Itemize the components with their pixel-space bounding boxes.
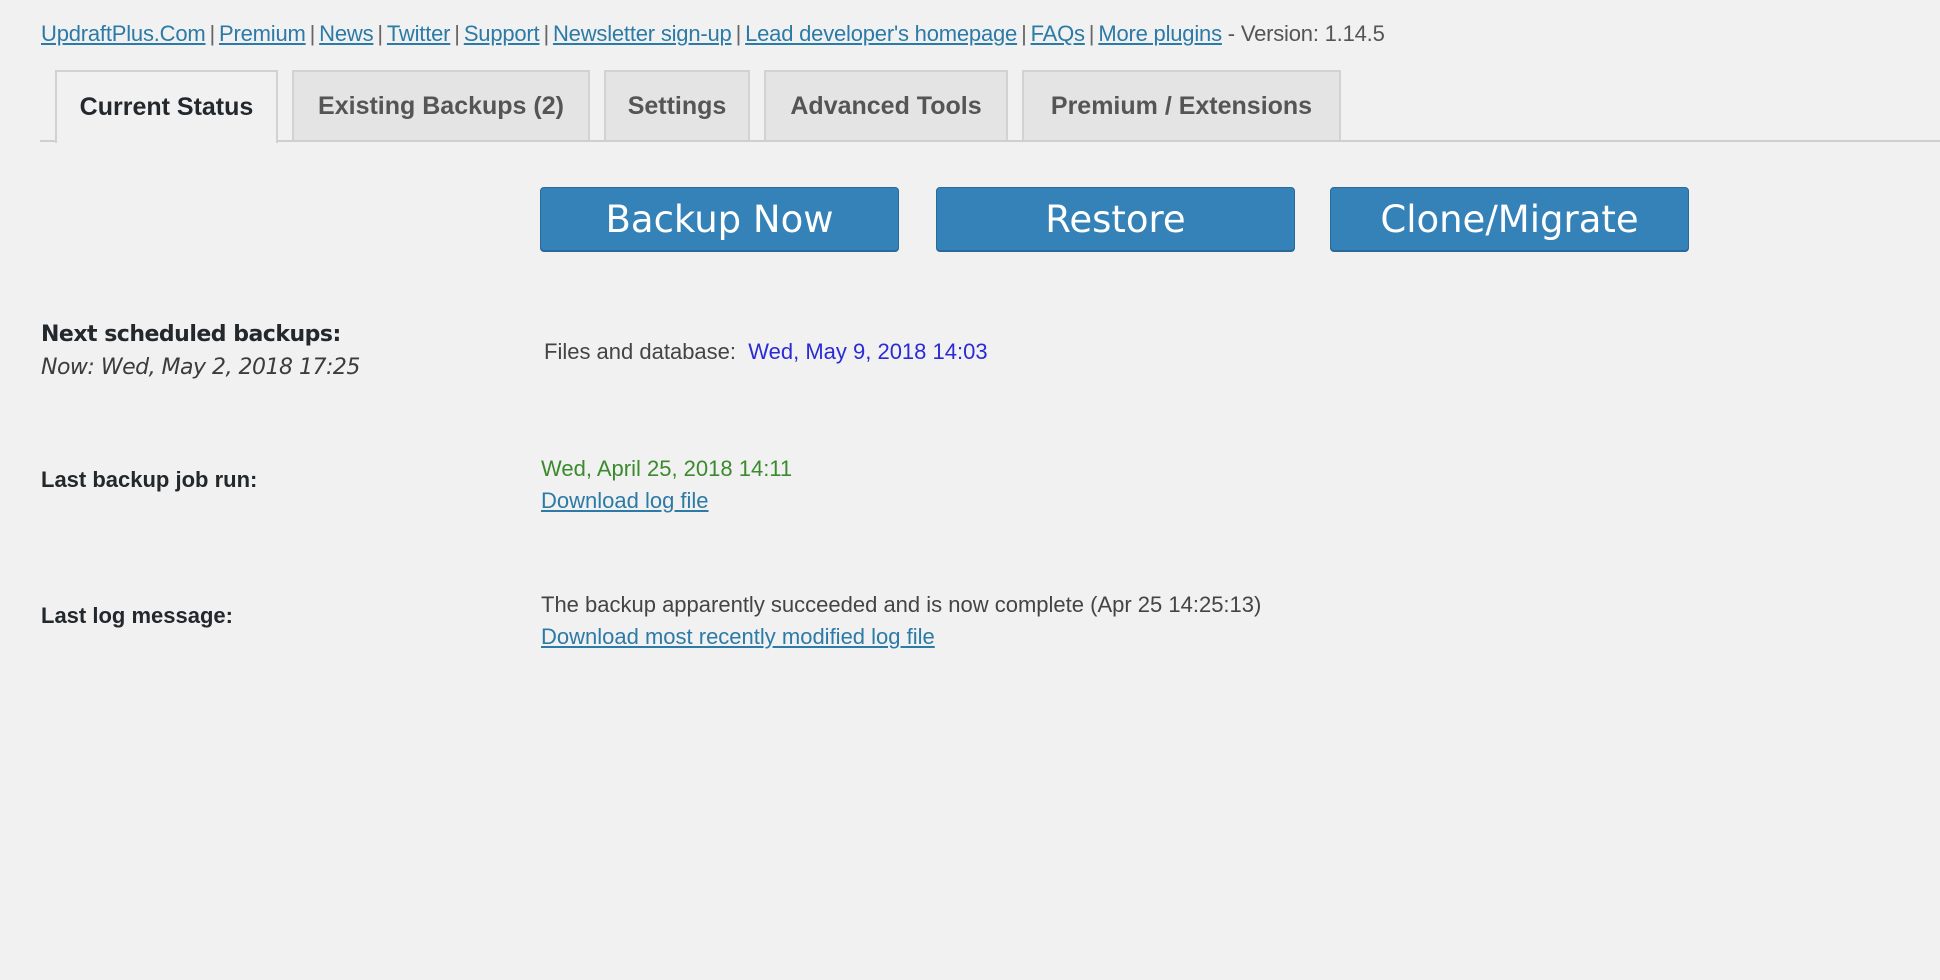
last-log-message: The backup apparently succeeded and is n… (541, 592, 1262, 617)
download-recent-log-link-wrap: Download most recently modified log file (541, 624, 935, 650)
separator: | (543, 21, 549, 46)
separator: | (1088, 21, 1095, 46)
separator: | (309, 21, 316, 46)
restore-button[interactable]: Restore (936, 187, 1295, 251)
link-updraftplus-com[interactable]: UpdraftPlus.Com (41, 21, 206, 46)
tab-settings[interactable]: Settings (604, 70, 750, 140)
last-log-label: Last log message: (41, 603, 233, 628)
link-lead-developer-homepage[interactable]: Lead developer's homepage (745, 21, 1017, 46)
separator: | (377, 21, 383, 46)
last-backup-time: Wed, April 25, 2018 14:11 (541, 456, 793, 481)
last-backup-label: Last backup job run: (41, 467, 258, 492)
files-database-label: Files and database: (544, 339, 737, 364)
download-recent-log-link[interactable]: Download most recently modified log file (541, 624, 935, 649)
link-newsletter-signup[interactable]: Newsletter sign-up (553, 21, 732, 46)
separator: | (735, 21, 742, 46)
link-news[interactable]: News (319, 21, 373, 46)
link-more-plugins[interactable]: More plugins (1098, 21, 1222, 46)
link-twitter[interactable]: Twitter (387, 21, 451, 46)
files-database-next-time: Wed, May 9, 2018 14:03 (748, 339, 988, 364)
updraftplus-page: UpdraftPlus.Com | Premium | News | Twitter | Sup… (0, 0, 1940, 980)
separator: | (454, 21, 460, 46)
download-log-file-link-wrap: Download log file (541, 488, 709, 514)
link-premium[interactable]: Premium (219, 21, 306, 46)
version-text: - Version: 1.14.5 (1227, 21, 1385, 46)
tab-advanced-tools[interactable]: Advanced Tools (764, 70, 1008, 140)
link-support[interactable]: Support (464, 21, 540, 46)
separator: | (209, 21, 216, 46)
tab-bar-divider (40, 140, 1940, 142)
files-database-schedule: Files and database: Wed, May 9, 2018 14:… (544, 339, 988, 365)
tab-existing-backups[interactable]: Existing Backups (2) (292, 70, 590, 140)
current-time-text: Now: Wed, May 2, 2018 17:25 (41, 355, 360, 380)
clone-migrate-button[interactable]: Clone/Migrate (1330, 187, 1689, 251)
tab-premium-extensions[interactable]: Premium / Extensions (1022, 70, 1341, 140)
header-links-bar: UpdraftPlus.Com | Premium | News | Twitter | Sup… (41, 18, 1385, 50)
next-scheduled-label: Next scheduled backups: (41, 322, 341, 347)
backup-now-button[interactable]: Backup Now (540, 187, 899, 251)
download-log-file-link[interactable]: Download log file (541, 488, 709, 513)
separator: | (1021, 21, 1027, 46)
tab-current-status[interactable]: Current Status (55, 70, 278, 143)
link-faqs[interactable]: FAQs (1031, 21, 1085, 46)
